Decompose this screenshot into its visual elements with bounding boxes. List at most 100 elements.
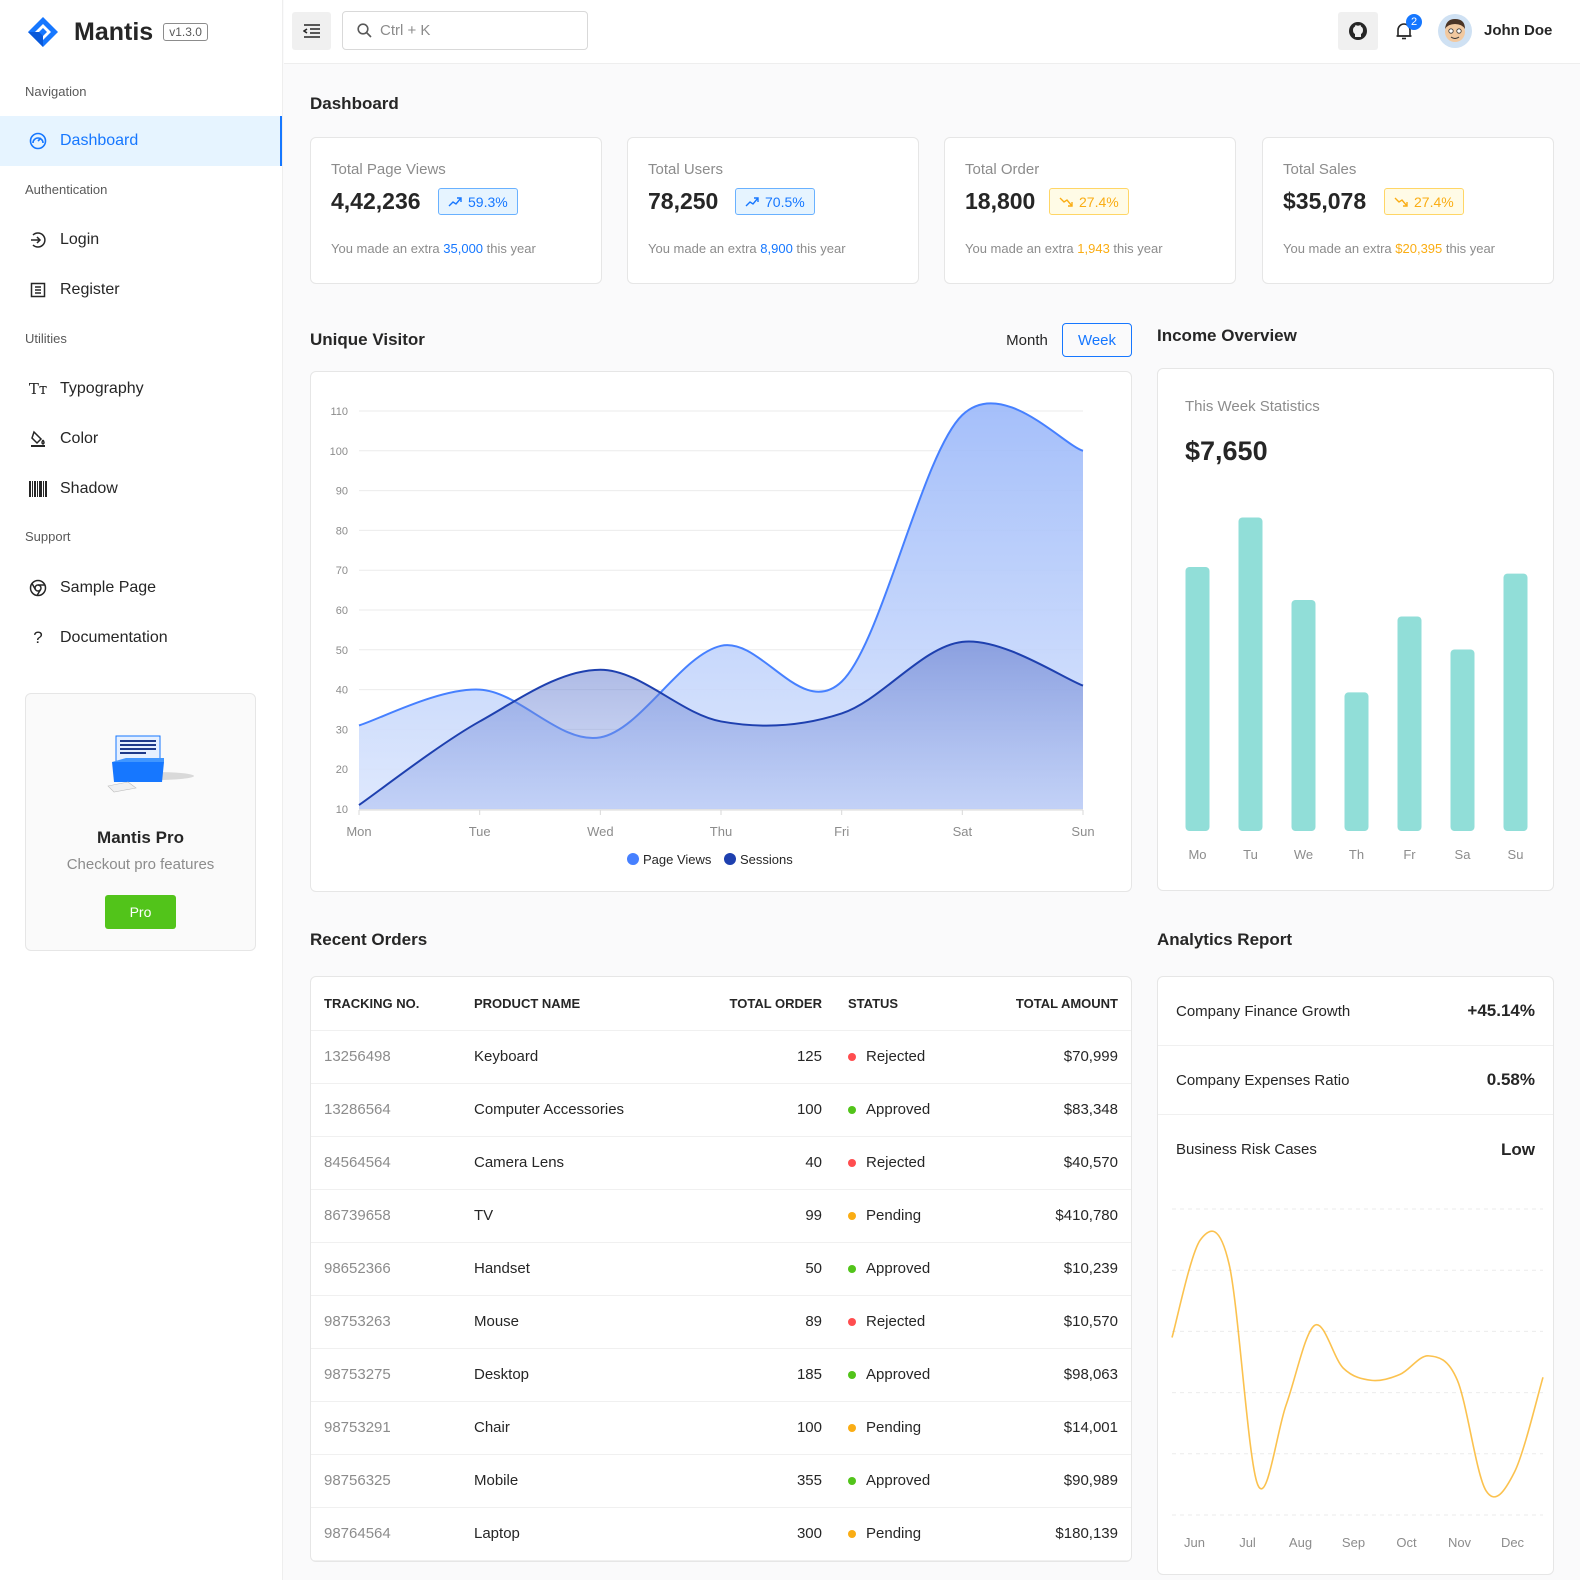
col-tracking[interactable]: TRACKING NO. — [311, 977, 461, 1031]
income-bar-chart: Mo Tu We Th Fr Sa Su — [1185, 517, 1528, 862]
x-tick-label: Nov — [1448, 1535, 1472, 1550]
total-amount-cell: $14,001 — [973, 1401, 1131, 1455]
product-name-cell: Mobile — [461, 1454, 691, 1508]
status-dot — [848, 1212, 856, 1221]
notification-count-badge: 2 — [1406, 14, 1422, 30]
brand[interactable]: Mantis v1.3.0 — [0, 0, 282, 64]
y-tick-label: 110 — [330, 406, 348, 418]
y-tick-label: 60 — [336, 605, 348, 617]
github-button[interactable] — [1338, 12, 1378, 50]
table-row[interactable]: 84564564 Camera Lens 40 Rejected $40,570 — [311, 1136, 1131, 1190]
sidebar-item-typography[interactable]: Tт Typography — [0, 364, 282, 414]
sidebar-item-register[interactable]: Register — [0, 265, 282, 315]
user-name[interactable]: John Doe — [1484, 22, 1552, 39]
note-text: You made an extra — [965, 241, 1078, 256]
table-row[interactable]: 98753275 Desktop 185 Approved $98,063 — [311, 1348, 1131, 1402]
status-dot — [848, 1053, 856, 1062]
trend-value: 27.4% — [1079, 193, 1119, 210]
stat-card-page-views: Total Page Views 4,42,236 59.3% You made… — [310, 137, 602, 284]
tracking-number-cell: 86739658 — [311, 1189, 461, 1243]
sidebar-item-color[interactable]: Color — [0, 414, 282, 464]
col-status[interactable]: STATUS — [835, 977, 973, 1031]
pro-button[interactable]: Pro — [105, 895, 176, 929]
note-text: You made an extra — [648, 241, 761, 256]
table-row[interactable]: 98652366 Handset 50 Approved $10,239 — [311, 1242, 1131, 1296]
sidebar-item-documentation[interactable]: ? Documentation — [0, 613, 282, 663]
sidebar-item-label: Sample Page — [60, 579, 157, 596]
col-product[interactable]: PRODUCT NAME — [461, 977, 691, 1031]
status-dot — [848, 1424, 856, 1433]
total-order-cell: 99 — [691, 1189, 835, 1243]
stat-note: You made an extra 1,943 this year — [965, 241, 1163, 256]
status-label: Pending — [866, 1207, 922, 1224]
app-name: Mantis — [74, 17, 154, 46]
income-bar — [1503, 573, 1528, 831]
stat-value: 4,42,236 — [331, 188, 421, 214]
total-amount-cell: $40,570 — [973, 1136, 1131, 1190]
table-row[interactable]: 98753291 Chair 100 Pending $14,001 — [311, 1401, 1131, 1455]
sidebar-item-shadow[interactable]: Shadow — [0, 464, 282, 514]
login-icon — [28, 230, 48, 250]
product-name-cell: Keyboard — [461, 1030, 691, 1084]
total-amount-cell: $410,780 — [973, 1189, 1131, 1243]
notifications-button[interactable]: 2 — [1384, 12, 1424, 50]
note-text: You made an extra — [1283, 241, 1396, 256]
sidebar-item-sample-page[interactable]: Sample Page — [0, 563, 282, 613]
total-order-cell: 125 — [691, 1030, 835, 1084]
legend-marker — [627, 853, 639, 865]
register-icon — [28, 280, 48, 300]
tracking-number-cell: 98652366 — [311, 1242, 461, 1296]
pro-promo-card: Mantis Pro Checkout pro features Pro — [25, 693, 256, 951]
recent-orders-card: TRACKING NO. PRODUCT NAME TOTAL ORDER ST… — [310, 976, 1132, 1562]
search-input[interactable]: Ctrl + K — [342, 11, 588, 50]
y-tick-label: 40 — [336, 685, 348, 697]
unique-visitor-chart: 10 20 30 40 50 60 70 80 90 100 110 Mon Tue Wed Thu Fri S… — [330, 402, 1095, 867]
x-tick-label: Thu — [710, 824, 732, 839]
col-total-amount[interactable]: TOTAL AMOUNT — [973, 977, 1131, 1031]
table-row[interactable]: 86739658 TV 99 Pending $410,780 — [311, 1189, 1131, 1243]
analytics-line-chart: Jun Jul Aug Sep Oct Nov Dec — [1171, 1208, 1544, 1550]
month-toggle-button[interactable]: Month — [996, 323, 1058, 357]
sidebar-item-login[interactable]: Login — [0, 215, 282, 265]
sidebar-item-label: Shadow — [60, 480, 118, 497]
note-highlight: $20,395 — [1395, 241, 1443, 256]
mantis-logo-icon — [26, 15, 60, 49]
sidebar: Mantis v1.3.0 Navigation Dashboard Authe… — [0, 0, 283, 1580]
dashboard-icon — [28, 131, 48, 151]
trend-value: 59.3% — [468, 193, 508, 210]
y-tick-label: 70 — [336, 565, 348, 577]
product-name-cell: Handset — [461, 1242, 691, 1296]
status-label: Pending — [866, 1419, 922, 1436]
total-order-cell: 355 — [691, 1454, 835, 1508]
avatar[interactable] — [1438, 14, 1472, 48]
y-tick-label: 80 — [336, 525, 348, 537]
y-tick-label: 100 — [330, 446, 348, 458]
week-toggle-button[interactable]: Week — [1062, 323, 1132, 357]
x-tick-label: Tue — [469, 824, 491, 839]
table-row[interactable]: 13286564 Computer Accessories 100 Approved $… — [311, 1083, 1131, 1137]
col-total-order[interactable]: TOTAL ORDER — [691, 977, 835, 1031]
sidebar-item-dashboard[interactable]: Dashboard — [0, 116, 282, 166]
pro-title: Mantis Pro — [97, 828, 184, 847]
status-cell: Approved — [835, 1083, 973, 1137]
x-tick-label: Jul — [1239, 1535, 1256, 1550]
total-amount-cell: $90,989 — [973, 1454, 1131, 1508]
y-tick-label: 30 — [336, 724, 348, 736]
github-icon — [1348, 21, 1368, 41]
table-header-row: TRACKING NO. PRODUCT NAME TOTAL ORDER ST… — [311, 977, 1131, 1031]
table-row[interactable]: 98764564 Laptop 300 Pending $180,139 — [311, 1507, 1131, 1561]
table-row[interactable]: 13256498 Keyboard 125 Rejected $70,999 — [311, 1030, 1131, 1084]
pro-illustration — [106, 732, 196, 802]
status-label: Approved — [866, 1101, 931, 1118]
x-tick-label: Jun — [1184, 1535, 1205, 1550]
sidebar-item-label: Documentation — [60, 629, 168, 646]
table-row[interactable]: 98753263 Mouse 89 Rejected $10,570 — [311, 1295, 1131, 1349]
total-order-cell: 100 — [691, 1083, 835, 1137]
status-dot — [848, 1530, 856, 1539]
status-cell: Approved — [835, 1348, 973, 1402]
menu-toggle-button[interactable] — [292, 12, 331, 50]
sidebar-item-label: Dashboard — [60, 132, 139, 149]
status-label: Pending — [866, 1525, 922, 1542]
x-tick-label: Su — [1508, 847, 1524, 862]
table-row[interactable]: 98756325 Mobile 355 Approved $90,989 — [311, 1454, 1131, 1508]
